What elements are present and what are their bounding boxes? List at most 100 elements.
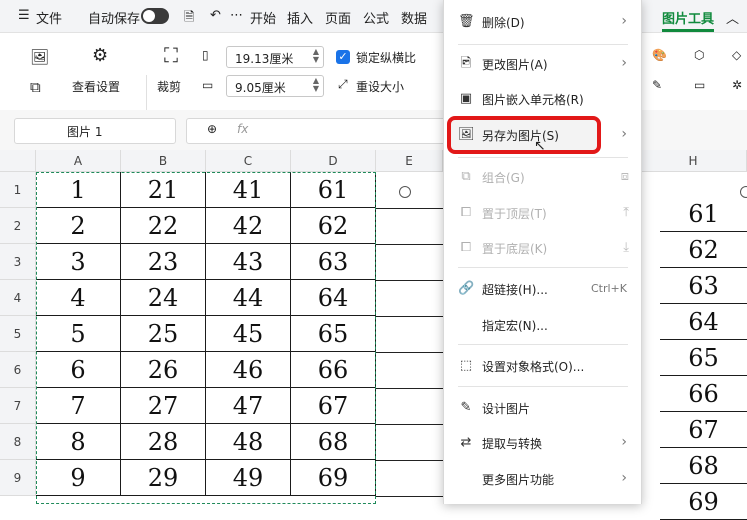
gridline	[376, 316, 443, 317]
gridline	[376, 280, 443, 281]
table-cell[interactable]: 61	[660, 196, 747, 232]
table-cell[interactable]: 66	[660, 376, 747, 412]
formula-input[interactable]: ⊕ fx	[186, 118, 446, 144]
menu-divider	[458, 344, 628, 345]
height-field[interactable]: 9.05厘米 ▲ ▼	[226, 75, 324, 97]
tab-insert[interactable]: 插入	[287, 8, 313, 27]
menu-format-object-label: 设置对象格式(O)...	[482, 360, 585, 374]
menu-format-object[interactable]: ⬚ 设置对象格式(O)...	[444, 349, 641, 383]
autosave-label: 自动保存	[88, 12, 141, 27]
tab-data[interactable]: 数据	[401, 8, 427, 27]
autosave-toggle[interactable]	[141, 8, 169, 24]
height-value: 9.05厘米	[235, 81, 286, 95]
table-cell[interactable]: 65	[660, 340, 747, 376]
cube-icon[interactable]: ⬡	[694, 48, 704, 62]
column-header-b[interactable]: B	[121, 150, 206, 172]
menu-bring-front[interactable]: ⧠ 置于顶层(T) ⤒	[444, 196, 641, 230]
menu-file[interactable]: 文件	[36, 8, 62, 27]
chevron-right-icon: ›	[621, 434, 627, 450]
picture-effects-icon[interactable]: 🎨	[652, 48, 667, 62]
row-header-5[interactable]: 5	[0, 316, 36, 352]
column-header-c[interactable]: C	[206, 150, 291, 172]
view-settings-button[interactable]: 查看设置	[72, 78, 120, 95]
spin-arrows-icon[interactable]: ▲ ▼	[313, 77, 319, 93]
menu-divider	[458, 44, 628, 45]
save-picture-icon: 🖼	[458, 127, 475, 142]
table-cell[interactable]: 68	[660, 448, 747, 484]
ungroup-icon: ⧈	[620, 169, 629, 184]
border-icon[interactable]: ▭	[694, 78, 705, 92]
row-header-3[interactable]: 3	[0, 244, 36, 280]
menu-delete[interactable]: 🗑 删除(D) ›	[444, 5, 641, 39]
table-cell[interactable]: 69	[660, 484, 747, 520]
view-settings-icon[interactable]: ⚙	[92, 45, 108, 66]
column-header-d[interactable]: D	[291, 150, 376, 172]
menu-assign-macro-label: 指定宏(N)...	[482, 319, 548, 333]
tab-formula[interactable]: 公式	[363, 8, 389, 27]
crop-button[interactable]: 裁剪	[157, 78, 181, 95]
spin-arrows-icon[interactable]: ▲ ▼	[313, 48, 319, 64]
row-header-4[interactable]: 4	[0, 280, 36, 316]
menu-change-picture[interactable]: 🖻 更改图片(A) ›	[444, 47, 641, 81]
row-header-1[interactable]: 1	[0, 172, 36, 208]
table-cell[interactable]: 64	[660, 304, 747, 340]
change-picture-icon: 🖻	[460, 56, 472, 71]
resize-handle[interactable]	[740, 186, 747, 198]
undo-icon[interactable]: ↶	[210, 8, 221, 23]
zoom-icon[interactable]: ⊕	[207, 122, 217, 136]
menu-more-features[interactable]: 更多图片功能 ›	[444, 462, 641, 496]
resize-handle[interactable]	[399, 186, 411, 198]
menu-change-picture-label: 更改图片(A)	[482, 58, 548, 72]
menu-divider	[458, 267, 628, 268]
add-picture-icon[interactable]: 🖼	[30, 48, 49, 66]
tab-start[interactable]: 开始	[250, 8, 276, 27]
select-all-corner[interactable]	[0, 150, 36, 172]
row-header-8[interactable]: 8	[0, 424, 36, 460]
hamburger-icon[interactable]: ☰	[18, 8, 30, 23]
menu-assign-macro[interactable]: 指定宏(N)...	[444, 308, 641, 342]
compress-picture-icon[interactable]: ⧉	[30, 78, 41, 96]
name-box[interactable]: 图片 1	[14, 118, 176, 144]
menu-group[interactable]: ⧉ 组合(G) ⧈	[444, 160, 641, 194]
gridline	[376, 208, 443, 209]
menu-embed-cell[interactable]: ▣ 图片嵌入单元格(R)	[444, 82, 641, 116]
table-cell[interactable]: 62	[660, 232, 747, 268]
menu-design-picture[interactable]: ✎ 设计图片	[444, 391, 641, 425]
reset-size-button[interactable]: 重设大小	[356, 78, 404, 95]
format-object-icon: ⬚	[459, 358, 473, 373]
menu-save-as-label: 另存为图片(S)	[482, 129, 559, 143]
gear-icon[interactable]: ✲	[732, 78, 742, 92]
gridline	[376, 424, 443, 425]
lock-ratio-checkbox[interactable]: ✓	[336, 50, 350, 64]
tab-picture-tools[interactable]: 图片工具	[662, 8, 714, 27]
row-header-2[interactable]: 2	[0, 208, 36, 244]
shape-icon[interactable]: ◇	[732, 48, 741, 62]
hyperlink-shortcut: Ctrl+K	[590, 282, 627, 295]
menu-send-back[interactable]: ⧠ 置于底层(K) ⤓	[444, 231, 641, 265]
extract-icon: ⇄	[460, 435, 472, 450]
mouse-cursor-icon: ↖	[534, 138, 546, 154]
save-icon[interactable]: 🗎	[184, 8, 194, 30]
width-field[interactable]: 19.13厘米 ▲ ▼	[226, 46, 324, 68]
column-header-e[interactable]: E	[376, 150, 443, 172]
tab-page[interactable]: 页面	[325, 8, 351, 27]
gridline	[376, 460, 443, 461]
column-header-h[interactable]: H	[640, 150, 747, 172]
more-icon[interactable]: ⋯	[230, 8, 243, 23]
active-tab-underline	[662, 29, 714, 32]
row-header-7[interactable]: 7	[0, 388, 36, 424]
row-header-9[interactable]: 9	[0, 460, 36, 496]
menu-hyperlink[interactable]: 🔗 超链接(H)... Ctrl+K	[444, 272, 641, 306]
edit-icon[interactable]: ✎	[652, 78, 662, 92]
fx-icon[interactable]: fx	[237, 122, 248, 136]
chevron-up-icon[interactable]: ︿	[726, 8, 739, 27]
row-header-6[interactable]: 6	[0, 352, 36, 388]
menu-hyperlink-label: 超链接(H)...	[482, 283, 548, 297]
menu-more-features-label: 更多图片功能	[482, 473, 555, 487]
table-cell[interactable]: 67	[660, 412, 747, 448]
table-cell[interactable]: 63	[660, 268, 747, 304]
menu-extract-convert[interactable]: ⇄ 提取与转换 ›	[444, 426, 641, 460]
crop-icon[interactable]: ⛶	[164, 43, 178, 67]
reset-size-icon[interactable]: ⤢	[338, 77, 348, 92]
column-header-a[interactable]: A	[36, 150, 121, 172]
